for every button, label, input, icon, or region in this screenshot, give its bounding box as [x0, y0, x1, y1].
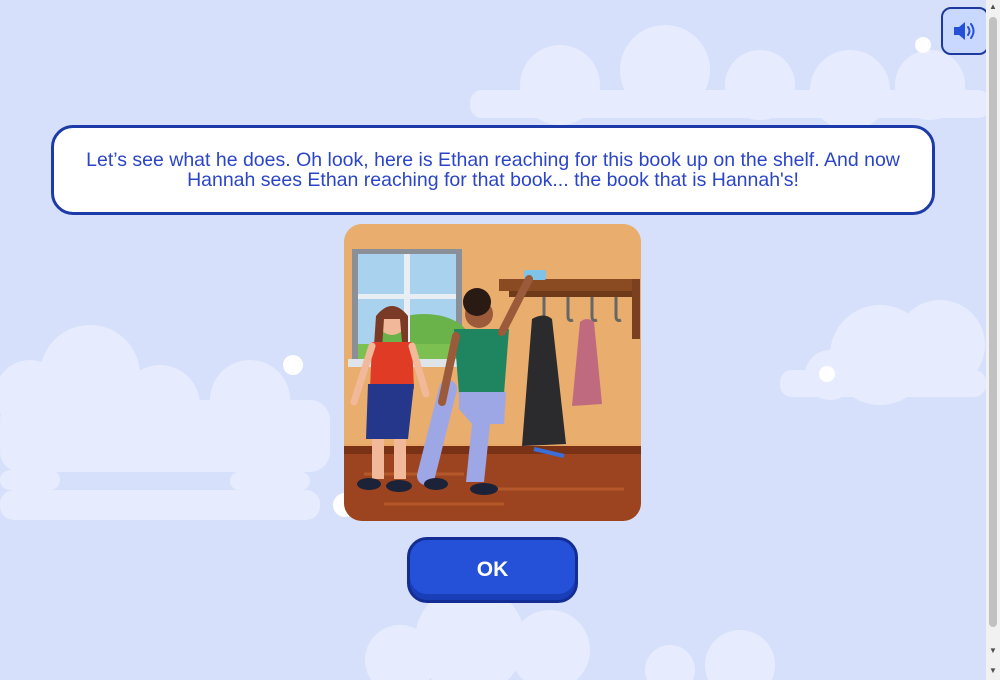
- sound-button[interactable]: [941, 7, 989, 55]
- scroll-down-icon-bottom[interactable]: ▼: [986, 664, 1000, 678]
- ok-button[interactable]: OK: [407, 537, 578, 603]
- ok-button-label: OK: [476, 558, 509, 581]
- scroll-up-icon[interactable]: ▲: [986, 0, 1000, 14]
- vertical-scrollbar[interactable]: ▲ ▼ ▼: [986, 0, 1000, 680]
- scrollbar-thumb[interactable]: [989, 17, 997, 627]
- story-illustration: [344, 224, 641, 521]
- dialog-box: Let’s see what he does. Oh look, here is…: [51, 125, 935, 215]
- speaker-volume-icon: [954, 22, 975, 40]
- dialog-text: Let’s see what he does. Oh look, here is…: [86, 149, 900, 191]
- scroll-down-icon[interactable]: ▼: [986, 644, 1000, 658]
